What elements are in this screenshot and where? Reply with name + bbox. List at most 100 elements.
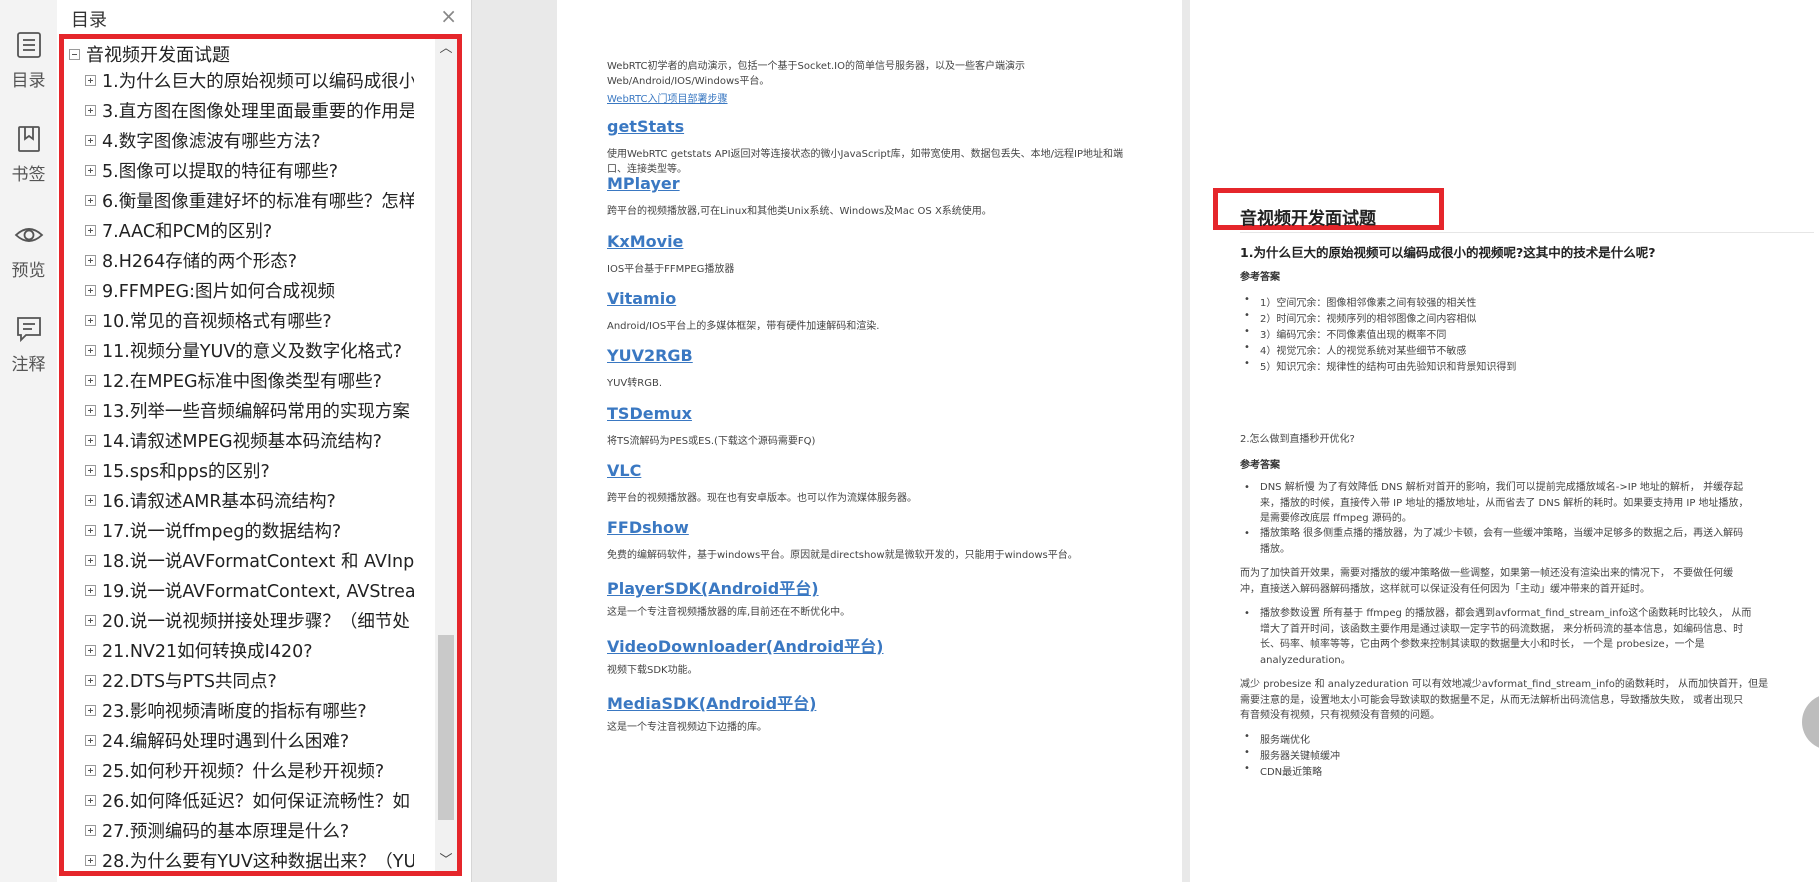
expand-icon[interactable] <box>85 494 96 506</box>
expand-icon[interactable] <box>85 644 96 656</box>
library-description: Android/IOS平台上的多媒体框架，带有硬件加速解码和渲染. <box>607 319 1127 334</box>
library-link[interactable]: Vitamio <box>607 289 676 308</box>
expand-icon[interactable] <box>85 254 96 266</box>
expand-icon[interactable] <box>85 374 96 386</box>
rail-annotation-button[interactable]: 注释 <box>0 314 57 375</box>
expand-icon[interactable] <box>85 194 96 206</box>
library-description: IOS平台基于FFMPEG播放器 <box>607 262 1127 277</box>
toc-item[interactable]: 16.请叙述AMR基本码流结构? <box>85 487 414 513</box>
toc-item[interactable]: 7.AAC和PCM的区别? <box>85 217 414 243</box>
toc-item[interactable]: 10.常见的音视频格式有哪些? <box>85 307 414 333</box>
text-line: 使用WebRTC getstats API返回对等连接状态的微小JavaScri… <box>607 149 1123 160</box>
toc-item[interactable]: 12.在MPEG标准中图像类型有哪些? <box>85 367 414 393</box>
toc-item[interactable]: 17.说一说ffmpeg的数据结构? <box>85 517 414 543</box>
expand-icon[interactable] <box>85 704 96 716</box>
expand-icon[interactable] <box>85 224 96 236</box>
answer-point: 4）视觉冗余：人的视觉系统对某些细节不敏感 <box>1244 342 1466 357</box>
expand-icon[interactable] <box>85 524 96 536</box>
library-link[interactable]: VLC <box>607 461 641 480</box>
collapse-icon[interactable] <box>69 48 80 60</box>
library-link[interactable]: PlayerSDK(Android平台) <box>607 575 819 599</box>
answer-point: 1）空间冗余：图像相邻像素之间有较强的相关性 <box>1244 294 1476 309</box>
toc-item-label: 27.预测编码的基本原理是什么? <box>102 821 350 842</box>
eye-icon <box>14 228 43 242</box>
toc-item[interactable]: 21.NV21如何转换成I420? <box>85 637 414 663</box>
toc-item-label: 14.请叙述MPEG视频基本码流结构? <box>102 431 382 452</box>
expand-icon[interactable] <box>85 284 96 296</box>
library-link[interactable]: MPlayer <box>607 174 680 193</box>
expand-icon[interactable] <box>85 614 96 626</box>
toc-item[interactable]: 14.请叙述MPEG视频基本码流结构? <box>85 427 414 453</box>
toc-item-label: 23.影响视频清晰度的指标有哪些? <box>102 701 367 722</box>
expand-icon[interactable] <box>85 554 96 566</box>
toc-item[interactable]: 9.FFMPEG:图片如何合成视频 <box>85 277 414 303</box>
scroll-down-icon[interactable]: ﹀ <box>435 851 457 871</box>
expand-icon[interactable] <box>85 314 96 326</box>
toc-item[interactable]: 18.说一说AVFormatContext 和 AVInp <box>85 547 414 573</box>
document-page-left: WebRTC初学者的启动演示，包括一个基于Socket.IO的简单信号服务器，以… <box>557 0 1182 882</box>
toc-item[interactable]: 25.如何秒开视频？什么是秒开视频? <box>85 757 414 783</box>
toc-item[interactable]: 8.H264存储的两个形态? <box>85 247 414 273</box>
toc-item[interactable]: 11.视频分量YUV的意义及数字化格式? <box>85 337 414 363</box>
toc-item[interactable]: 6.衡量图像重建好坏的标准有哪些？怎样 <box>85 187 414 213</box>
toc-item[interactable]: 20.说一说视频拼接处理步骤？（细节处 <box>85 607 414 633</box>
library-link[interactable]: getStats <box>607 117 684 136</box>
toc-item[interactable]: 15.sps和pps的区别? <box>85 457 414 483</box>
scroll-up-icon[interactable]: ︿ <box>435 39 457 59</box>
toc-item-label: 24.编解码处理时遇到什么困难? <box>102 731 350 752</box>
library-link[interactable]: TSDemux <box>607 404 692 423</box>
answer-list-item: 服务端优化 <box>1244 731 1310 746</box>
toc-title: 目录 <box>71 10 107 31</box>
expand-icon[interactable] <box>85 764 96 776</box>
expand-icon[interactable] <box>85 104 96 116</box>
text-line: YUV转RGB. <box>607 378 663 390</box>
toc-item-label: 3.直方图在图像处理里面最重要的作用是 <box>102 101 414 122</box>
expand-icon[interactable] <box>85 74 96 86</box>
expand-icon[interactable] <box>85 854 96 866</box>
toc-item[interactable]: 1.为什么巨大的原始视频可以编码成很小 <box>85 67 414 93</box>
expand-icon[interactable] <box>85 464 96 476</box>
text-line: analyzeduration。 <box>1260 654 1351 666</box>
expand-icon[interactable] <box>85 344 96 356</box>
toc-item[interactable]: 23.影响视频清晰度的指标有哪些? <box>85 697 414 723</box>
toc-item[interactable]: 5.图像可以提取的特征有哪些? <box>85 157 414 183</box>
expand-icon[interactable] <box>85 794 96 806</box>
toc-item[interactable]: 26.如何降低延迟？如何保证流畅性？如 <box>85 787 414 813</box>
toc-item[interactable]: 22.DTS与PTS共同点? <box>85 667 414 693</box>
expand-icon[interactable] <box>85 734 96 746</box>
rail-preview-button[interactable]: 预览 <box>0 220 57 281</box>
expand-icon[interactable] <box>85 824 96 836</box>
toc-item[interactable]: 13.列举一些音频编解码常用的实现方案 <box>85 397 414 423</box>
text-line: 将TS流解码为PES或ES.(下载这个源码需要FQ) <box>607 435 816 447</box>
expand-icon[interactable] <box>85 434 96 446</box>
expand-icon[interactable] <box>85 674 96 686</box>
rail-bookmark-button[interactable]: 书签 <box>0 124 57 185</box>
scroll-thumb[interactable] <box>438 635 454 820</box>
close-icon[interactable]: × <box>440 4 457 28</box>
toc-root-node[interactable]: 音视频开发面试题 <box>69 42 230 66</box>
library-link[interactable]: KxMovie <box>607 232 683 251</box>
intro-link[interactable]: WebRTC入门项目部署步骤 <box>607 90 728 105</box>
toc-item[interactable]: 27.预测编码的基本原理是什么? <box>85 817 414 843</box>
toc-item[interactable]: 24.编解码处理时遇到什么困难? <box>85 727 414 753</box>
expand-icon[interactable] <box>85 404 96 416</box>
library-description: 这是一个专注音视频边下边播的库。 <box>607 720 1127 735</box>
library-link[interactable]: VideoDownloader(Android平台) <box>607 633 883 657</box>
answer-paragraph-1: 而为了加快首开效果，需要对播放的缓冲策略做一些调整，如果第一帧还没有渲染出来的情… <box>1240 566 1805 597</box>
expand-icon[interactable] <box>85 134 96 146</box>
rail-toc-button[interactable]: 目录 <box>0 30 57 91</box>
library-link[interactable]: YUV2RGB <box>607 346 693 365</box>
expand-icon[interactable] <box>85 584 96 596</box>
toc-item[interactable]: 4.数字图像滤波有哪些方法? <box>85 127 414 153</box>
toc-item[interactable]: 3.直方图在图像处理里面最重要的作用是 <box>85 97 414 123</box>
toc-highlight-frame: 音视频开发面试题 1.为什么巨大的原始视频可以编码成很小 3.直方图在图像处理里面… <box>59 34 462 876</box>
expand-icon[interactable] <box>85 164 96 176</box>
toc-tree: 音视频开发面试题 1.为什么巨大的原始视频可以编码成很小 3.直方图在图像处理里面… <box>64 39 414 871</box>
toc-item[interactable]: 28.为什么要有YUV这种数据出来？（YU <box>85 847 414 871</box>
library-link[interactable]: MediaSDK(Android平台) <box>607 690 816 714</box>
toc-item[interactable]: 19.说一说AVFormatContext, AVStrea <box>85 577 414 603</box>
rail-annotation-label: 注释 <box>11 355 46 375</box>
toc-item-label: 20.说一说视频拼接处理步骤？（细节处 <box>102 611 410 632</box>
library-link[interactable]: FFDshow <box>607 518 689 537</box>
toc-scrollbar[interactable]: ︿ ﹀ <box>435 39 457 871</box>
